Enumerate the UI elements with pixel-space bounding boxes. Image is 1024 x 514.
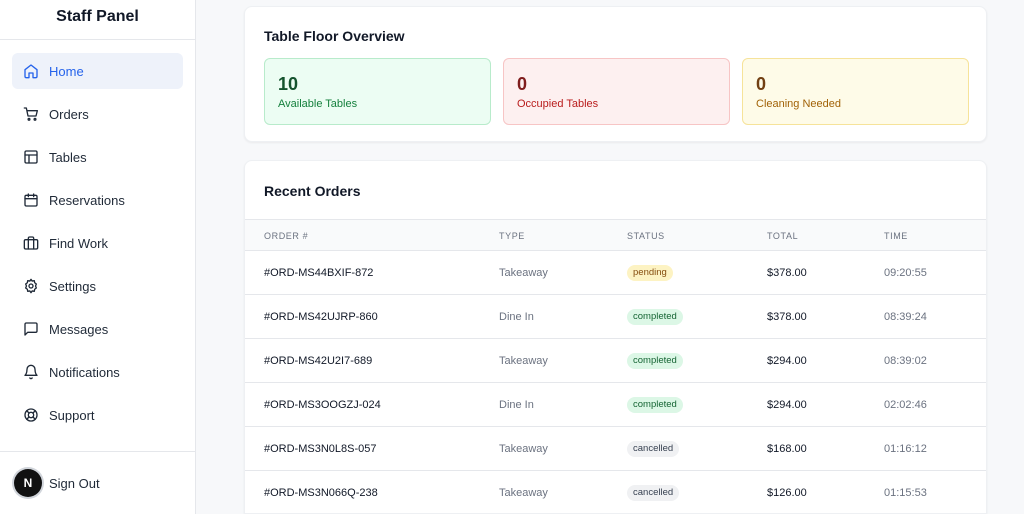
table-header: Order # Type Status Total Time (245, 219, 986, 251)
order-total: $168.00 (767, 443, 807, 455)
order-type: Dine In (499, 311, 534, 323)
cart-icon (23, 106, 49, 122)
order-time: 02:02:46 (884, 399, 927, 411)
column-header-time: Time (884, 231, 908, 241)
order-total: $126.00 (767, 487, 807, 499)
sidebar-item-settings[interactable]: Settings (12, 268, 183, 304)
table-row[interactable]: #ORD-MS42U2I7-689 Takeaway completed $29… (245, 339, 986, 383)
avatar[interactable]: N (14, 469, 42, 497)
gear-icon (23, 278, 49, 294)
sidebar-item-label: Reservations (49, 192, 125, 208)
table-floor-overview-card: Table Floor Overview 10 Available Tables… (244, 6, 987, 142)
sidebar-item-orders[interactable]: Orders (12, 96, 183, 132)
status-badge: cancelled (627, 485, 680, 501)
sidebar-item-find-work[interactable]: Find Work (12, 225, 183, 261)
status-badge: completed (627, 309, 683, 325)
stat-value: 0 (756, 74, 767, 94)
table-row[interactable]: #ORD-MS42UJRP-860 Dine In completed $378… (245, 295, 986, 339)
status-badge: completed (627, 353, 683, 369)
order-time: 01:15:53 (884, 487, 927, 499)
sidebar-item-label: Tables (49, 149, 87, 165)
stat-label: Available Tables (278, 98, 358, 110)
column-header-status: Status (627, 231, 665, 241)
status-badge: pending (627, 265, 673, 281)
order-total: $378.00 (767, 267, 807, 279)
occupied-tables-stat: 0 Occupied Tables (503, 58, 730, 125)
brand-title: Staff Panel (0, 0, 195, 40)
status-badge: cancelled (627, 441, 680, 457)
stat-value: 10 (278, 74, 299, 94)
table-row[interactable]: #ORD-MS3N066Q-238 Takeaway cancelled $12… (245, 471, 986, 513)
order-number: #ORD-MS3N0L8S-057 (264, 443, 377, 455)
stat-label: Cleaning Needed (756, 98, 842, 110)
sidebar-item-support[interactable]: Support (12, 397, 183, 433)
order-total: $378.00 (767, 311, 807, 323)
sidebar-item-notifications[interactable]: Notifications (12, 354, 183, 390)
sidebar-item-label: Messages (49, 321, 109, 337)
stat-value: 0 (517, 74, 528, 94)
table-row[interactable]: #ORD-MS3N0L8S-057 Takeaway cancelled $16… (245, 427, 986, 471)
recent-orders-title: Recent Orders (264, 183, 361, 199)
order-type: Dine In (499, 399, 534, 411)
sidebar-item-tables[interactable]: Tables (12, 139, 183, 175)
sidebar-item-label: Find Work (49, 235, 108, 251)
table-row[interactable]: #ORD-MS3OOGZJ-024 Dine In completed $294… (245, 383, 986, 427)
order-time: 01:16:12 (884, 443, 927, 455)
sidebar-item-label: Notifications (49, 364, 120, 380)
column-header-total: Total (767, 231, 799, 241)
order-number: #ORD-MS3OOGZJ-024 (264, 399, 381, 411)
order-total: $294.00 (767, 355, 807, 367)
calendar-icon (23, 192, 49, 208)
table-row[interactable]: #ORD-MS44BXIF-872 Takeaway pending $378.… (245, 251, 986, 295)
lifebuoy-icon (23, 407, 49, 423)
bell-icon (23, 364, 49, 380)
cleaning-needed-stat: 0 Cleaning Needed (742, 58, 969, 125)
stat-label: Occupied Tables (517, 98, 599, 110)
order-type: Takeaway (499, 487, 548, 499)
status-cell: completed (627, 353, 683, 369)
recent-orders-card: Recent Orders Order # Type Status Total … (244, 160, 987, 514)
sidebar-item-reservations[interactable]: Reservations (12, 182, 183, 218)
message-icon (23, 321, 49, 337)
order-type: Takeaway (499, 267, 548, 279)
order-number: #ORD-MS3N066Q-238 (264, 487, 378, 499)
sidebar: Staff Panel Home Orders Tables Reservati… (0, 0, 196, 514)
sidebar-item-label: Support (49, 407, 95, 423)
order-number: #ORD-MS44BXIF-872 (264, 267, 374, 279)
order-number: #ORD-MS42UJRP-860 (264, 311, 378, 323)
sidebar-footer: N Sign Out (0, 451, 195, 514)
briefcase-icon (23, 235, 49, 251)
status-cell: pending (627, 265, 673, 281)
status-cell: cancelled (627, 485, 680, 501)
table-icon (23, 149, 49, 165)
order-total: $294.00 (767, 399, 807, 411)
home-icon (23, 63, 49, 79)
sidebar-item-home[interactable]: Home (12, 53, 183, 89)
order-time: 08:39:02 (884, 355, 927, 367)
order-time: 09:20:55 (884, 267, 927, 279)
column-header-order: Order # (264, 231, 309, 241)
status-badge: completed (627, 397, 683, 413)
status-cell: cancelled (627, 441, 680, 457)
sidebar-item-label: Home (49, 63, 84, 79)
status-cell: completed (627, 309, 683, 325)
sign-out-button[interactable]: Sign Out (49, 476, 100, 491)
order-type: Takeaway (499, 355, 548, 367)
overview-title: Table Floor Overview (264, 28, 405, 44)
order-number: #ORD-MS42U2I7-689 (264, 355, 373, 367)
order-type: Takeaway (499, 443, 548, 455)
status-cell: completed (627, 397, 683, 413)
sidebar-item-messages[interactable]: Messages (12, 311, 183, 347)
column-header-type: Type (499, 231, 525, 241)
available-tables-stat: 10 Available Tables (264, 58, 491, 125)
order-time: 08:39:24 (884, 311, 927, 323)
sidebar-nav: Home Orders Tables Reservations Find Wor… (0, 40, 195, 433)
sidebar-item-label: Settings (49, 278, 96, 294)
sidebar-item-label: Orders (49, 106, 89, 122)
